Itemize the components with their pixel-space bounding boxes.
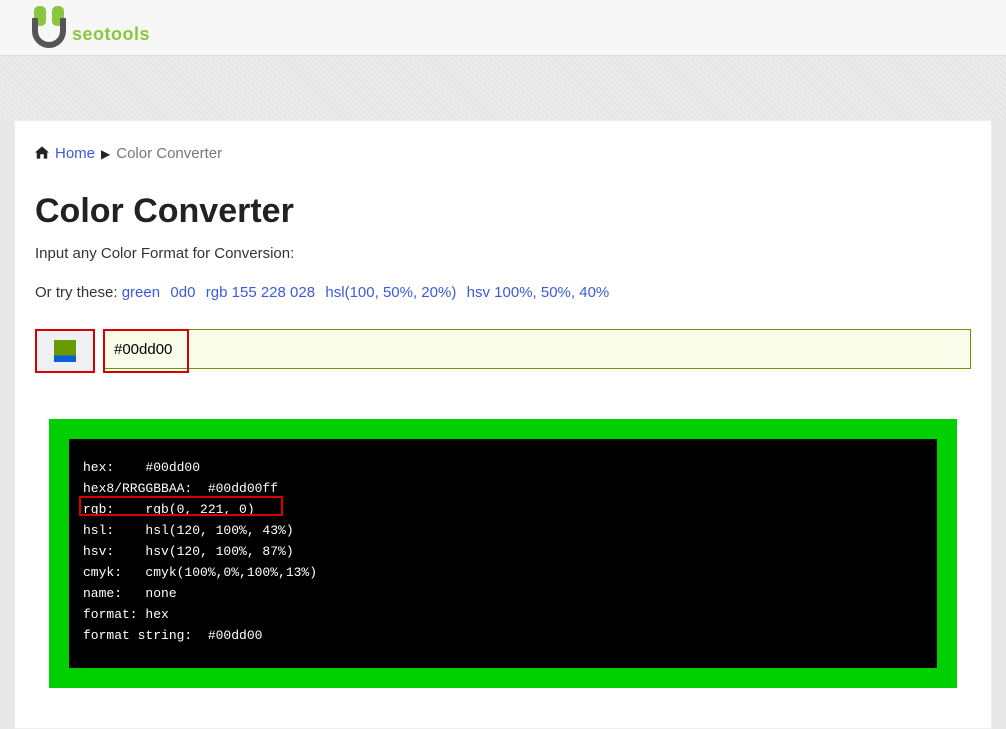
terminal-line-rgb: rgb: rgb(0, 221, 0) [83, 502, 255, 517]
terminal-line-format: format: hex [83, 607, 169, 622]
example-link-rgb[interactable]: rgb 155 228 028 [206, 284, 315, 301]
terminal-line-cmyk: cmyk: cmyk(100%,0%,100%,13%) [83, 565, 317, 580]
terminal-line-hsv: hsv: hsv(120, 100%, 87%) [83, 544, 294, 559]
result-frame: hex: #00dd00 hex8/RRGGBBAA: #00dd00ff rg… [49, 419, 957, 688]
example-link-green[interactable]: green [122, 284, 160, 301]
page-title: Color Converter [35, 192, 971, 231]
example-link-hsv[interactable]: hsv 100%, 50%, 40% [467, 284, 610, 301]
result-terminal: hex: #00dd00 hex8/RRGGBBAA: #00dd00ff rg… [69, 439, 937, 668]
breadcrumb-current: Color Converter [116, 145, 222, 162]
color-input[interactable] [103, 329, 971, 369]
color-swatch-button[interactable] [35, 329, 95, 373]
logo-text: seotools [72, 24, 150, 45]
example-link-hsl[interactable]: hsl(100, 50%, 20%) [325, 284, 456, 301]
example-row: Or try these: green 0d0 rgb 155 228 028 … [35, 284, 971, 301]
main-card: Home ▶ Color Converter Color Converter I… [14, 120, 992, 729]
breadcrumb-home-link[interactable]: Home [55, 145, 95, 162]
subtitle: Input any Color Format for Conversion: [35, 245, 971, 262]
input-row [35, 329, 971, 373]
breadcrumb-separator-icon: ▶ [101, 147, 110, 161]
example-link-0d0[interactable]: 0d0 [170, 284, 195, 301]
top-bar: seotools [0, 0, 1006, 56]
terminal-line-hex: hex: #00dd00 [83, 460, 200, 475]
terminal-line-hsl: hsl: hsl(120, 100%, 43%) [83, 523, 294, 538]
home-icon [35, 146, 49, 162]
header-band [0, 56, 1006, 120]
terminal-line-hex8: hex8/RRGGBBAA: #00dd00ff [83, 481, 278, 496]
terminal-line-name: name: none [83, 586, 177, 601]
swatch-icon [54, 340, 76, 362]
logo-mark-icon [30, 6, 70, 50]
breadcrumb: Home ▶ Color Converter [35, 145, 971, 162]
examples-prefix: Or try these: [35, 284, 122, 301]
terminal-line-format-string: format string: #00dd00 [83, 628, 262, 643]
site-logo[interactable]: seotools [30, 6, 150, 50]
